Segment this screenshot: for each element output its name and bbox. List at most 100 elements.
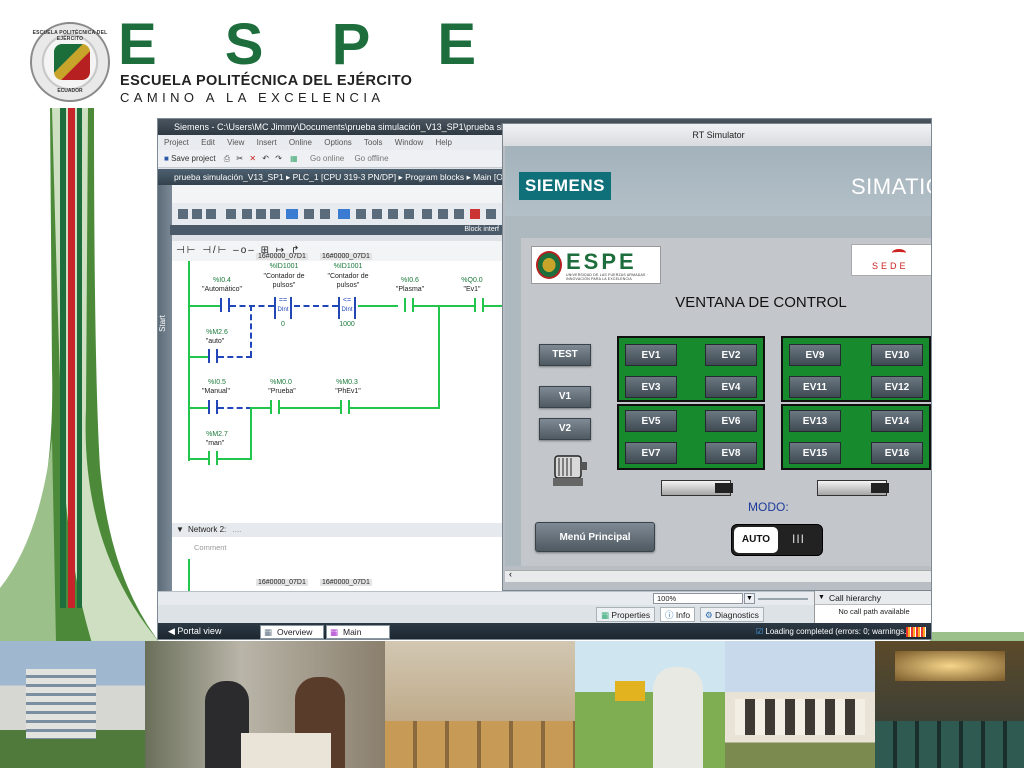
ev16-button[interactable]: EV16 xyxy=(871,442,923,464)
undo-icon[interactable]: ↶ xyxy=(262,154,269,163)
ev1-button[interactable]: EV1 xyxy=(625,344,677,366)
tab-diagnostics[interactable]: ⚙ Diagnostics xyxy=(700,607,764,622)
contact-prueba[interactable] xyxy=(270,400,272,414)
expand-icon[interactable]: ▼ xyxy=(818,591,825,605)
overview-tab[interactable]: ▦ Overview xyxy=(260,625,324,639)
contact-automatico[interactable] xyxy=(220,298,222,312)
contact-manual-name: "Manual" xyxy=(202,388,230,395)
zoom-slider[interactable] xyxy=(758,598,808,600)
back-arrow-icon: ◀ xyxy=(168,626,178,636)
rt-horizontal-scrollbar[interactable]: ‹ xyxy=(505,569,931,582)
contact-auto[interactable] xyxy=(208,349,210,363)
surveyor-silhouette xyxy=(653,667,703,768)
main-editor-tab[interactable]: ▦ Main xyxy=(326,625,390,639)
v2-button[interactable]: V2 xyxy=(539,418,591,440)
tab-info[interactable]: ⓘ Info xyxy=(660,607,696,622)
ev15-button[interactable]: EV15 xyxy=(789,442,841,464)
menu-window[interactable]: Window xyxy=(395,138,423,147)
editor-header-blank xyxy=(172,185,503,203)
contact-manual-address: %I0.5 xyxy=(208,379,226,386)
call-hierarchy-header[interactable]: ▼ Call hierarchy xyxy=(815,591,931,605)
network-2-title: Network 2: xyxy=(188,525,227,534)
tia-toolbar: ■ Save project ⎙ ✂ ✕ ↶ ↷ ▦ Go online Go … xyxy=(158,150,503,168)
ladder-editor[interactable]: %I0.4 "Automático" 16#0000_07D1 %ID1001 … xyxy=(172,253,503,523)
ev13-button[interactable]: EV13 xyxy=(789,410,841,432)
espe-motto: CAMINO A LA EXCELENCIA xyxy=(120,90,385,105)
delete-icon[interactable]: ✕ xyxy=(249,154,256,163)
contact-manual[interactable] xyxy=(208,400,210,414)
ev6-button[interactable]: EV6 xyxy=(705,410,757,432)
mode-label: MODO: xyxy=(748,500,789,514)
menu-edit[interactable]: Edit xyxy=(201,138,215,147)
contact-phev1[interactable] xyxy=(340,400,342,414)
menu-view[interactable]: View xyxy=(227,138,244,147)
collapse-icon[interactable]: ▼ xyxy=(176,523,184,537)
ev8-button[interactable]: EV8 xyxy=(705,442,757,464)
task-card-start[interactable]: Start xyxy=(158,185,172,639)
wire xyxy=(218,458,252,460)
ev11-button[interactable]: EV11 xyxy=(789,376,841,398)
block-interface-bar[interactable]: Block interf xyxy=(170,225,503,235)
seal-bottom-text: ECUADOR xyxy=(57,88,83,94)
compare-equal-box[interactable]: == DInt xyxy=(274,297,292,319)
status-message: ☑ Loading completed (errors: 0; warnings… xyxy=(756,627,911,636)
ev3-button[interactable]: EV3 xyxy=(625,376,677,398)
ev9-button[interactable]: EV9 xyxy=(789,344,841,366)
photo-building xyxy=(0,641,145,768)
compare-le-box[interactable]: <= DInt xyxy=(338,297,356,319)
network-2-header[interactable]: ▼ Network 2: .... xyxy=(172,523,503,537)
menu-help[interactable]: Help xyxy=(435,138,451,147)
menu-insert[interactable]: Insert xyxy=(257,138,277,147)
campus-photo-strip xyxy=(0,641,1024,768)
tab-properties[interactable]: ▦ Properties xyxy=(596,607,656,622)
v1-button[interactable]: V1 xyxy=(539,386,591,408)
contact-plasma[interactable] xyxy=(404,298,406,312)
network2-hex-1: 16#0000_07D1 xyxy=(256,579,308,586)
ev2-button[interactable]: EV2 xyxy=(705,344,757,366)
zoom-dropdown-icon[interactable]: ▼ xyxy=(744,593,755,604)
ev5-button[interactable]: EV5 xyxy=(625,410,677,432)
contact-man[interactable] xyxy=(208,451,210,465)
portal-view-link[interactable]: ◀ Portal view xyxy=(168,626,221,637)
menu-online[interactable]: Online xyxy=(289,138,312,147)
editor-tool-icons[interactable] xyxy=(172,203,503,225)
compare2-name: "Contador de pulsos" xyxy=(327,273,369,289)
menu-principal-button[interactable]: Menú Principal xyxy=(535,522,655,552)
wire-dashed xyxy=(218,407,252,409)
photo-colonial-building xyxy=(725,641,875,768)
go-offline-button[interactable]: Go offline xyxy=(354,154,388,163)
ev14-button[interactable]: EV14 xyxy=(871,410,923,432)
cut-icon[interactable]: ✂ xyxy=(236,154,243,163)
power-rail xyxy=(188,261,190,461)
ev7-button[interactable]: EV7 xyxy=(625,442,677,464)
photo-students-table xyxy=(145,641,385,768)
mode-toggle-switch[interactable]: AUTO III xyxy=(731,524,823,556)
menu-options[interactable]: Options xyxy=(324,138,352,147)
compile-icon[interactable]: ▦ xyxy=(290,154,298,163)
contact-ev1[interactable] xyxy=(474,298,476,312)
network2-hex-2: 16#0000_07D1 xyxy=(320,579,372,586)
photo-surveying xyxy=(575,641,725,768)
espe-mini-subtitle: UNIVERSIDAD DE LAS FUERZAS ARMADAS · INN… xyxy=(566,273,649,281)
contact-prueba-name: "Prueba" xyxy=(268,388,296,395)
network-2-comment[interactable]: Comment xyxy=(172,537,503,559)
info-icon: ⓘ xyxy=(665,610,676,620)
menu-tools[interactable]: Tools xyxy=(364,138,383,147)
wire xyxy=(484,305,503,307)
test-button[interactable]: TEST xyxy=(539,344,591,366)
compare2-hex: 16#0000_07D1 xyxy=(320,253,372,260)
print-icon[interactable]: ⎙ xyxy=(224,154,230,163)
overview-label: Overview xyxy=(277,627,313,637)
save-icon[interactable]: ■ xyxy=(164,154,169,163)
network-2-editor[interactable]: 16#0000_07D1 16#0000_07D1 xyxy=(172,559,503,593)
save-project-button[interactable]: Save project xyxy=(171,154,215,163)
menu-project[interactable]: Project xyxy=(164,138,189,147)
ev10-button[interactable]: EV10 xyxy=(871,344,923,366)
go-online-button[interactable]: Go online xyxy=(310,154,344,163)
redo-icon[interactable]: ↷ xyxy=(275,154,282,163)
ev12-button[interactable]: EV12 xyxy=(871,376,923,398)
main-tab-label: Main xyxy=(343,627,362,637)
scroll-left-icon[interactable]: ‹ xyxy=(509,569,512,579)
ev4-button[interactable]: EV4 xyxy=(705,376,757,398)
zoom-select[interactable]: 100% xyxy=(653,593,743,604)
